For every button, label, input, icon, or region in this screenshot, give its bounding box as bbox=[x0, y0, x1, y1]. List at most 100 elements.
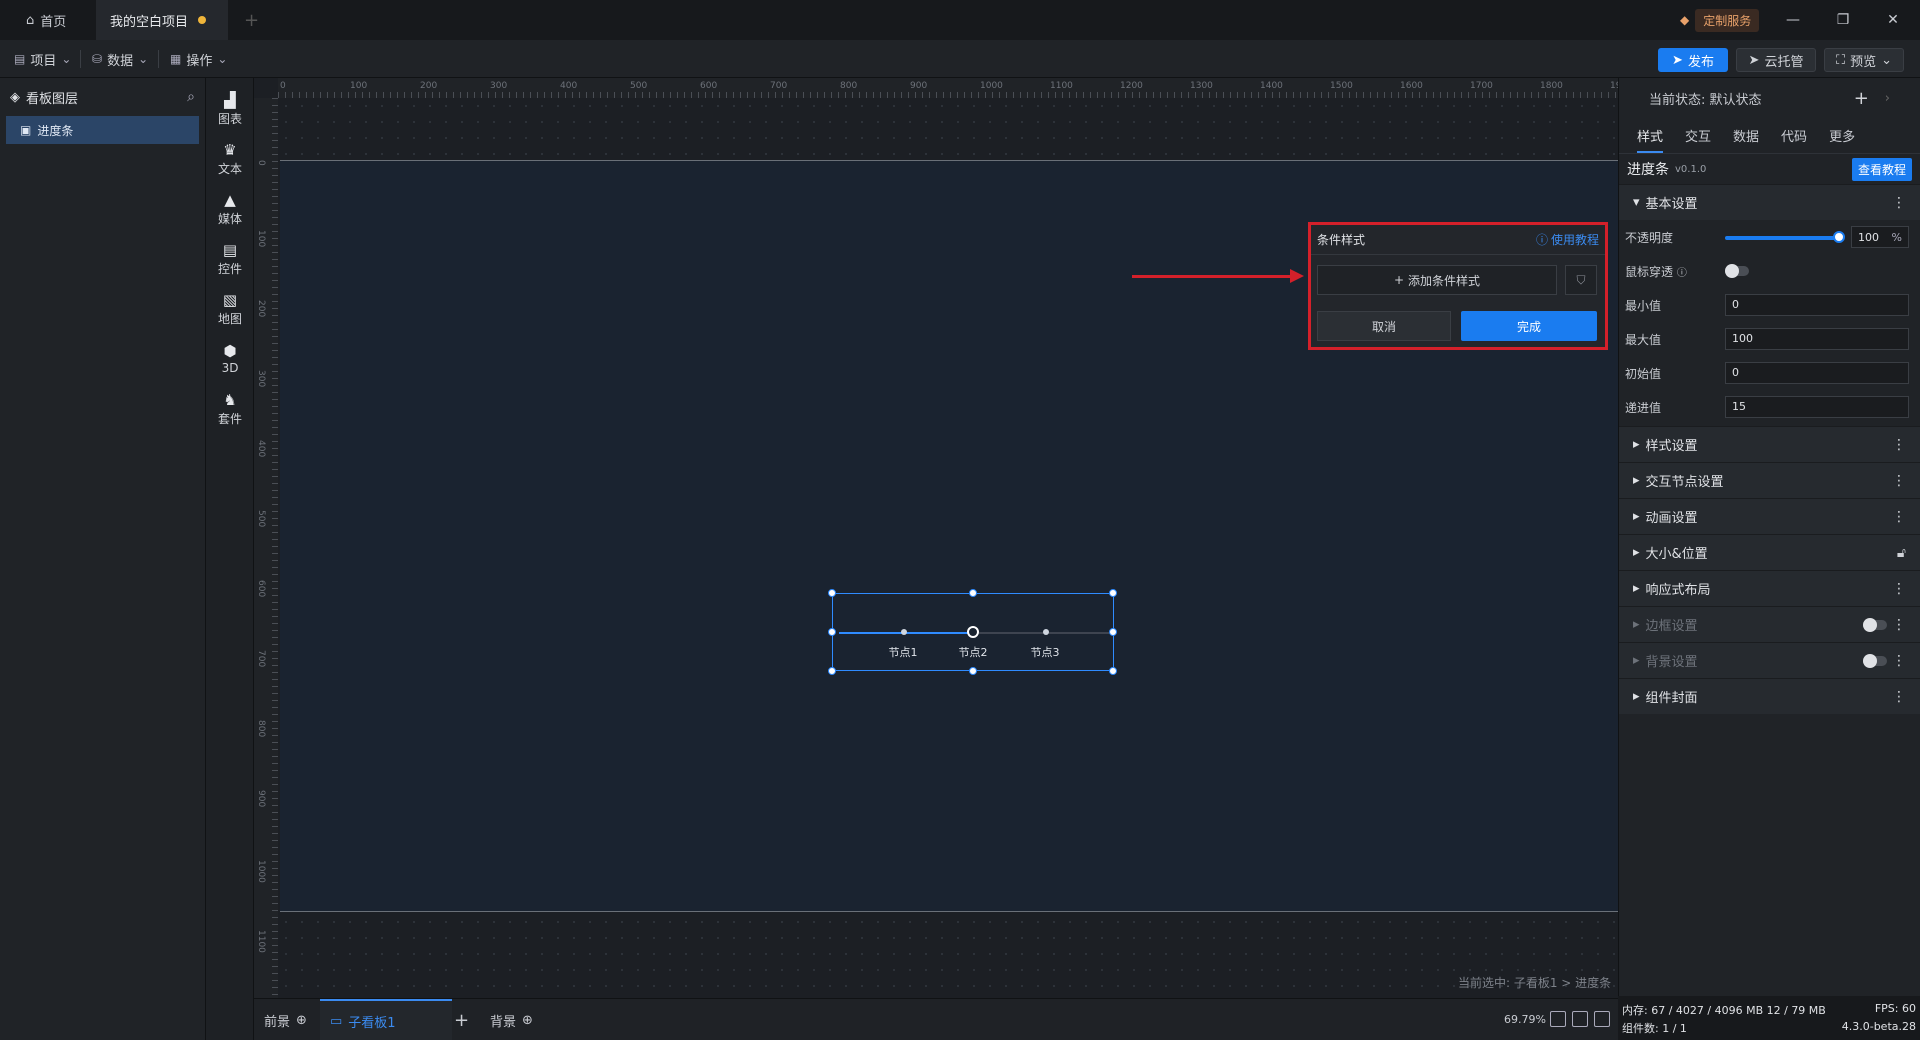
add-circle-icon[interactable]: ⊕ bbox=[522, 1013, 533, 1028]
tool-map-label: 地图 bbox=[217, 311, 242, 326]
ruler-tick-label: 300 bbox=[256, 370, 266, 388]
more-vertical-icon[interactable]: ⋮ bbox=[1892, 473, 1906, 489]
menu-project[interactable]: ▤ 项目 ⌄ bbox=[14, 48, 71, 70]
more-vertical-icon[interactable]: ⋮ bbox=[1892, 509, 1906, 525]
section-basic[interactable]: ▾ 基本设置 ⋮ bbox=[1619, 184, 1920, 220]
custom-service-button[interactable]: ◆ 定制服务 bbox=[1680, 8, 1760, 32]
resize-handle[interactable] bbox=[969, 589, 977, 597]
section-background[interactable]: ▸ 背景设置 ⋮ bbox=[1619, 642, 1920, 678]
initial-input[interactable]: 0 bbox=[1725, 362, 1909, 384]
tool-media[interactable]: ▲ 媒体 bbox=[206, 184, 254, 234]
tool-text[interactable]: ♛ 文本 bbox=[206, 134, 254, 184]
search-icon[interactable]: ⌕ bbox=[187, 89, 195, 105]
tab-background[interactable]: 背景 ⊕ bbox=[490, 999, 533, 1040]
keyboard-icon[interactable] bbox=[1572, 1011, 1588, 1027]
section-responsive[interactable]: ▸ 响应式布局 ⋮ bbox=[1619, 570, 1920, 606]
section-animation[interactable]: ▸ 动画设置 ⋮ bbox=[1619, 498, 1920, 534]
menu-divider bbox=[158, 50, 159, 68]
tab-foreground[interactable]: 前景 ⊕ bbox=[264, 999, 307, 1040]
cancel-button[interactable]: 取消 bbox=[1317, 311, 1451, 341]
section-interactive-nodes[interactable]: ▸ 交互节点设置 ⋮ bbox=[1619, 462, 1920, 498]
new-tab-button[interactable]: + bbox=[244, 10, 259, 31]
minimize-button[interactable]: — bbox=[1778, 8, 1808, 32]
image-icon: ▣ bbox=[20, 123, 32, 137]
popup-title: 条件样式 bbox=[1317, 233, 1366, 247]
tutorial-link[interactable]: ⓘ 使用教程 bbox=[1536, 231, 1599, 248]
progress-node bbox=[1043, 629, 1049, 635]
close-icon: ✕ bbox=[1887, 12, 1899, 28]
add-state-button[interactable]: + bbox=[1854, 88, 1869, 109]
section-style[interactable]: ▸ 样式设置 ⋮ bbox=[1619, 426, 1920, 462]
done-button[interactable]: 完成 bbox=[1461, 311, 1597, 341]
ruler-tick-label: 200 bbox=[420, 81, 438, 91]
resize-handle[interactable] bbox=[1109, 667, 1117, 675]
menu-operation[interactable]: ▦ 操作 ⌄ bbox=[170, 48, 227, 70]
chevron-right-icon[interactable]: › bbox=[1885, 91, 1890, 106]
tab-sub-board[interactable]: ▭ 子看板1 bbox=[320, 999, 452, 1040]
background-toggle[interactable] bbox=[1863, 654, 1887, 668]
section-cover[interactable]: ▸ 组件封面 ⋮ bbox=[1619, 678, 1920, 714]
tool-3d[interactable]: ⬢ 3D bbox=[206, 334, 254, 384]
opacity-slider[interactable] bbox=[1725, 236, 1837, 240]
max-input[interactable]: 100 bbox=[1725, 328, 1909, 350]
min-input[interactable]: 0 bbox=[1725, 294, 1909, 316]
add-circle-icon[interactable]: ⊕ bbox=[296, 1013, 307, 1028]
tool-kit[interactable]: ♞ 套件 bbox=[206, 384, 254, 434]
tab-more[interactable]: 更多 bbox=[1829, 126, 1855, 145]
more-vertical-icon[interactable]: ⋮ bbox=[1892, 689, 1906, 705]
section-size-position[interactable]: ▸ 大小&位置 🔓︎ bbox=[1619, 534, 1920, 570]
tool-map[interactable]: ▧ 地图 bbox=[206, 284, 254, 334]
mouse-through-toggle[interactable] bbox=[1725, 264, 1749, 278]
more-vertical-icon[interactable]: ⋮ bbox=[1892, 581, 1906, 597]
canvas[interactable]: 0 100 200 300 400 500 600 700 800 900 1000 1100 1200… bbox=[254, 78, 1618, 998]
filter-button[interactable]: ⛉ bbox=[1565, 265, 1597, 295]
resize-handle[interactable] bbox=[1109, 628, 1117, 636]
progress-component[interactable]: 节点1 节点2 节点3 bbox=[828, 589, 1117, 675]
caret-right-icon: ▸ bbox=[1633, 437, 1640, 452]
status-bar: 内存: 67 / 4027 / 4096 MB 12 / 79 MB FPS: … bbox=[1618, 996, 1920, 1040]
tab-project[interactable]: 我的空白项目 bbox=[96, 0, 228, 40]
tab-data[interactable]: 数据 bbox=[1733, 126, 1759, 145]
menu-data[interactable]: ⛁ 数据 ⌄ bbox=[92, 48, 148, 70]
zoom-level[interactable]: 69.79% bbox=[1504, 1013, 1546, 1026]
ruler-tick-label: 800 bbox=[840, 81, 858, 91]
tab-interaction[interactable]: 交互 bbox=[1685, 126, 1711, 145]
resize-handle[interactable] bbox=[828, 628, 836, 636]
more-vertical-icon[interactable]: ⋮ bbox=[1892, 437, 1906, 453]
close-button[interactable]: ✕ bbox=[1878, 8, 1908, 32]
component-name: 进度条 bbox=[1627, 162, 1669, 178]
more-vertical-icon[interactable]: ⋮ bbox=[1892, 617, 1906, 633]
send-icon: ➤ bbox=[1672, 52, 1683, 68]
section-border[interactable]: ▸ 边框设置 ⋮ bbox=[1619, 606, 1920, 642]
more-vertical-icon[interactable]: ⋮ bbox=[1892, 195, 1906, 211]
view-tutorial-button[interactable]: 查看教程 bbox=[1851, 157, 1912, 181]
layer-item[interactable]: ▣ 进度条 bbox=[6, 116, 199, 144]
opacity-slider-handle[interactable] bbox=[1833, 231, 1845, 243]
tab-code[interactable]: 代码 bbox=[1781, 126, 1807, 145]
resize-handle[interactable] bbox=[969, 667, 977, 675]
database-icon: ⛁ bbox=[92, 52, 103, 66]
opacity-label: 不透明度 bbox=[1625, 230, 1674, 245]
publish-button[interactable]: ➤ 发布 bbox=[1658, 48, 1728, 72]
resize-handle[interactable] bbox=[1109, 589, 1117, 597]
tool-control[interactable]: ▤ 控件 bbox=[206, 234, 254, 284]
restore-button[interactable]: ❐ bbox=[1828, 8, 1858, 32]
border-toggle[interactable] bbox=[1863, 618, 1887, 632]
resize-handle[interactable] bbox=[828, 589, 836, 597]
add-board-button[interactable]: + bbox=[454, 999, 469, 1040]
tab-style[interactable]: 样式 bbox=[1637, 126, 1664, 153]
section-basic-label: 基本设置 bbox=[1645, 197, 1698, 212]
layers-title: 看板图层 bbox=[26, 91, 79, 107]
step-input[interactable]: 15 bbox=[1725, 396, 1909, 418]
preview-button[interactable]: ⛶ 预览 ⌄ bbox=[1824, 48, 1904, 72]
terminal-icon[interactable] bbox=[1594, 1011, 1610, 1027]
tool-chart[interactable]: ▟ 图表 bbox=[206, 84, 254, 134]
add-condition-button[interactable]: + 添加条件样式 bbox=[1317, 265, 1557, 295]
cloud-host-button[interactable]: ➤ 云托管 bbox=[1736, 48, 1816, 72]
fit-screen-icon[interactable] bbox=[1550, 1011, 1566, 1027]
more-vertical-icon[interactable]: ⋮ bbox=[1892, 653, 1906, 669]
tab-home[interactable]: ⌂ 首页 bbox=[12, 0, 94, 40]
opacity-input[interactable]: 100 % bbox=[1851, 226, 1909, 248]
resize-handle[interactable] bbox=[828, 667, 836, 675]
lock-icon[interactable]: 🔓︎ bbox=[1897, 545, 1906, 561]
